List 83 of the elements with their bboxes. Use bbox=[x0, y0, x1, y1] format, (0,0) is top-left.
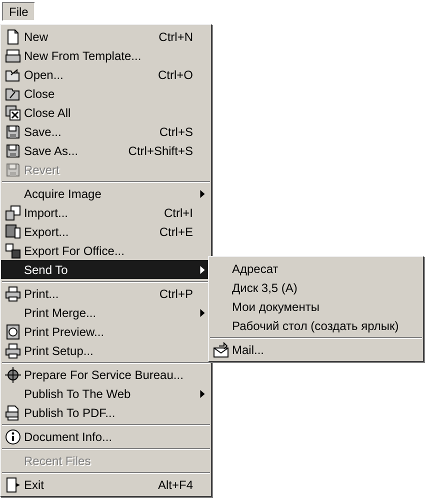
menu-item[interactable]: Диск 3,5 (A) bbox=[209, 278, 423, 297]
menu-item[interactable]: Document Info... bbox=[1, 427, 211, 446]
menu-item-label: Publish To The Web bbox=[24, 386, 131, 400]
menu-item-label: Open... bbox=[24, 68, 64, 82]
shortcut-text: Ctrl+S bbox=[159, 124, 193, 140]
menu-item-label: New bbox=[24, 30, 48, 44]
menu-item[interactable]: Exit Alt+F4 bbox=[1, 475, 211, 494]
menu-item[interactable]: Close All bbox=[1, 103, 211, 122]
template-icon bbox=[5, 48, 21, 64]
menu-item[interactable]: Publish To The Web bbox=[1, 384, 211, 403]
shortcut-text: Ctrl+E bbox=[159, 224, 193, 240]
pdf-document-icon bbox=[5, 404, 21, 420]
menu-item[interactable]: Print Setup... bbox=[1, 341, 211, 360]
menu-item-label: Адресат bbox=[232, 262, 278, 276]
menu-item-label: Мои документы bbox=[232, 300, 320, 314]
menu-item-label: Acquire Image bbox=[24, 186, 102, 200]
menu-item[interactable]: New From Template... bbox=[1, 46, 211, 65]
printer-icon bbox=[5, 286, 21, 302]
menu-item[interactable]: New Ctrl+N bbox=[1, 27, 211, 46]
door-icon bbox=[5, 476, 21, 492]
menu-item-label: Рабочий стол (создать ярлык) bbox=[232, 318, 399, 332]
menu-item[interactable]: Рабочий стол (создать ярлык) bbox=[209, 316, 423, 335]
shortcut-text: Alt+F4 bbox=[158, 476, 193, 494]
submenu-arrow-icon bbox=[200, 308, 205, 316]
folder-icon bbox=[5, 66, 21, 82]
menu-bar-item[interactable]: File bbox=[2, 2, 36, 21]
menu-item-label: Print Merge... bbox=[24, 306, 96, 320]
shortcut-text: Ctrl+P bbox=[159, 286, 193, 302]
crosshair-icon bbox=[5, 366, 21, 382]
menu-item[interactable]: Publish To PDF... bbox=[1, 403, 211, 422]
menu-item-label: New From Template... bbox=[24, 48, 142, 62]
menu-item-label: Mail... bbox=[232, 342, 264, 356]
menu-item-label: Export For Office... bbox=[24, 244, 124, 258]
menu-item-label: Import... bbox=[24, 206, 68, 220]
shortcut-text: Ctrl+Shift+S bbox=[128, 142, 193, 160]
preview-icon bbox=[5, 324, 21, 340]
menu-item[interactable]: Acquire Image bbox=[1, 184, 211, 203]
export-icon bbox=[5, 242, 21, 258]
menu-item-label: Revert bbox=[24, 162, 60, 176]
menu-item-label: Close All bbox=[24, 106, 71, 120]
menu-item-label: Publish To PDF... bbox=[24, 406, 116, 420]
menu-item[interactable]: Prepare For Service Bureau... bbox=[1, 365, 211, 384]
menu-item[interactable]: Мои документы bbox=[209, 297, 423, 316]
envelope-icon bbox=[213, 342, 229, 358]
menu-item-label: Prepare For Service Bureau... bbox=[24, 368, 184, 382]
submenu-arrow-icon bbox=[200, 190, 205, 198]
menu-item-label: Save... bbox=[24, 124, 62, 138]
menu-item[interactable]: Send To bbox=[1, 260, 211, 279]
menu-item-label: Диск 3,5 (A) bbox=[232, 280, 298, 294]
shortcut-text: Ctrl+N bbox=[158, 28, 193, 46]
menu-item-label: Save As... bbox=[24, 144, 78, 158]
import-icon bbox=[5, 204, 21, 220]
menu-item[interactable]: Open... Ctrl+O bbox=[1, 65, 211, 84]
folder-icon bbox=[5, 86, 21, 102]
document-icon bbox=[5, 28, 21, 44]
printer-icon bbox=[5, 342, 21, 358]
menu-item-label: Close bbox=[24, 86, 55, 100]
menu-item[interactable]: Print Merge... bbox=[1, 303, 211, 322]
info-icon bbox=[5, 428, 21, 444]
export-icon bbox=[5, 224, 21, 240]
menu-item-label: Send To bbox=[24, 262, 68, 276]
menu-item-label: Print Setup... bbox=[24, 344, 94, 358]
menu-item[interactable]: Export For Office... bbox=[1, 241, 211, 260]
menu-item[interactable]: Mail... bbox=[209, 340, 423, 359]
menu-item[interactable]: Print... Ctrl+P bbox=[1, 284, 211, 303]
menu-item-label: Exit bbox=[24, 478, 44, 492]
menu-item-label: Export... bbox=[24, 224, 69, 238]
menu-item-label: Print... bbox=[24, 286, 59, 300]
menu-item[interactable]: Import... Ctrl+I bbox=[1, 203, 211, 222]
menu-item[interactable]: Export... Ctrl+E bbox=[1, 222, 211, 241]
menu-item-label: Recent Files bbox=[24, 454, 91, 468]
menu-item[interactable]: Print Preview... bbox=[1, 322, 211, 341]
menu-item-label: Document Info... bbox=[24, 430, 112, 444]
menu-item-label: Print Preview... bbox=[24, 324, 104, 338]
menu-item[interactable]: Close bbox=[1, 84, 211, 103]
menu-item[interactable]: Save As... Ctrl+Shift+S bbox=[1, 141, 211, 160]
submenu-arrow-icon bbox=[200, 390, 205, 398]
shortcut-text: Ctrl+I bbox=[164, 204, 193, 222]
menu-item[interactable]: Адресат bbox=[209, 259, 423, 278]
menu-item[interactable]: Save... Ctrl+S bbox=[1, 122, 211, 141]
shortcut-text: Ctrl+O bbox=[158, 66, 193, 84]
submenu-arrow-icon bbox=[200, 266, 205, 274]
close-all-icon bbox=[5, 104, 21, 120]
